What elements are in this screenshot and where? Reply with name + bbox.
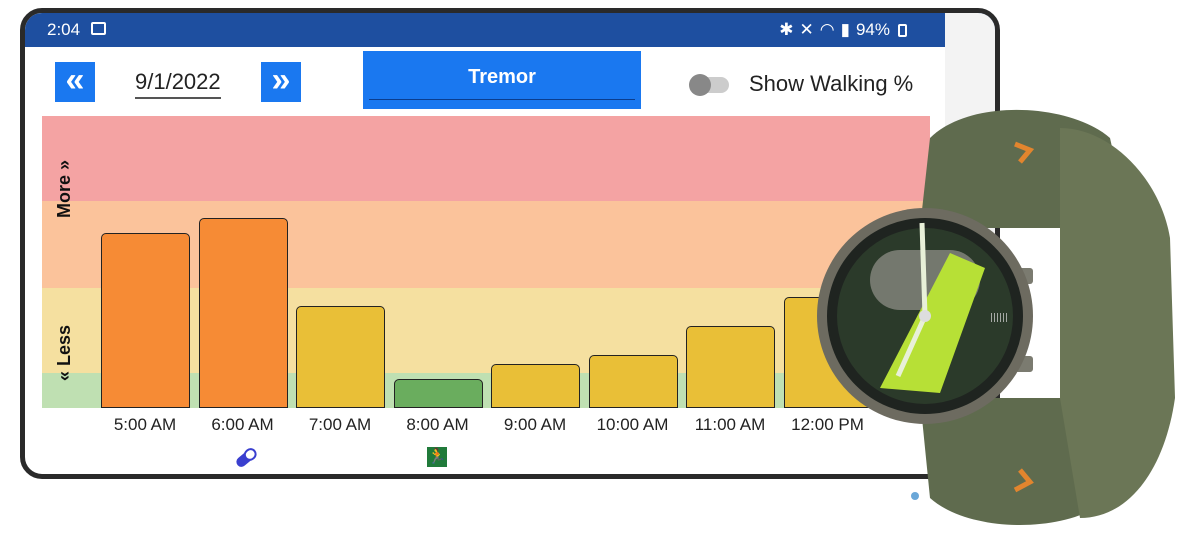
axis-less-label: « Less: [54, 325, 75, 381]
gallery-notification-icon: [91, 22, 106, 35]
mute-icon: ✕: [799, 20, 814, 39]
bar-2[interactable]: [296, 305, 385, 408]
status-icons: ✱ ✕ ◠ ▮ 94%: [779, 20, 907, 40]
x-tick-label: 5:00 AM: [113, 415, 177, 434]
tremor-chart: [42, 116, 930, 408]
band-red: [42, 116, 930, 201]
walking-toggle-label: Show Walking %: [749, 71, 914, 96]
status-time: 2:04: [47, 20, 81, 39]
walking-toggle[interactable]: [689, 74, 729, 96]
svg-text:||||||: ||||||: [990, 313, 1008, 323]
metric-selector[interactable]: Tremor: [363, 51, 641, 109]
double-chevron-right-icon: »: [271, 61, 291, 99]
bar-5[interactable]: [588, 355, 678, 408]
bar-0[interactable]: [101, 232, 190, 408]
bar-1[interactable]: [198, 218, 288, 408]
previous-day-button[interactable]: «: [55, 62, 95, 102]
more-text: More: [54, 174, 74, 218]
x-tick-label: 6:00 AM: [211, 415, 274, 434]
smartwatch-image: ||||||: [817, 109, 1175, 525]
metric-label: Tremor: [468, 66, 536, 88]
bluetooth-icon: ✱: [779, 20, 794, 39]
x-tick-label: 7:00 AM: [308, 415, 372, 434]
double-chevron-down-icon: «: [54, 370, 74, 381]
battery-icon: [898, 23, 907, 37]
axis-more-label: More »: [54, 160, 75, 218]
x-tick-label: 8:00 AM: [406, 415, 469, 434]
less-text: Less: [54, 324, 74, 366]
double-chevron-up-icon: »: [54, 159, 74, 170]
bar-4[interactable]: [491, 364, 580, 408]
toggle-knob: [689, 74, 711, 96]
signal-icon: ▮: [840, 20, 850, 39]
metric-underline: [369, 99, 635, 100]
bar-3[interactable]: [393, 378, 483, 408]
status-bar: 2:04 ✱ ✕ ◠ ▮ 94%: [25, 13, 995, 47]
wifi-icon: ◠: [819, 20, 835, 39]
x-tick-label: 10:00 AM: [596, 415, 669, 434]
next-day-button[interactable]: »: [261, 62, 301, 102]
double-chevron-left-icon: «: [65, 61, 85, 99]
bar-6[interactable]: [686, 326, 775, 408]
pill-icon: [236, 448, 257, 467]
x-tick-label: 9:00 AM: [503, 415, 567, 434]
battery-percent: 94%: [855, 20, 890, 39]
x-tick-label: 11:00 AM: [694, 415, 766, 434]
running-exit-icon: 🏃: [427, 447, 447, 467]
date-display[interactable]: 9/1/2022: [135, 69, 221, 99]
